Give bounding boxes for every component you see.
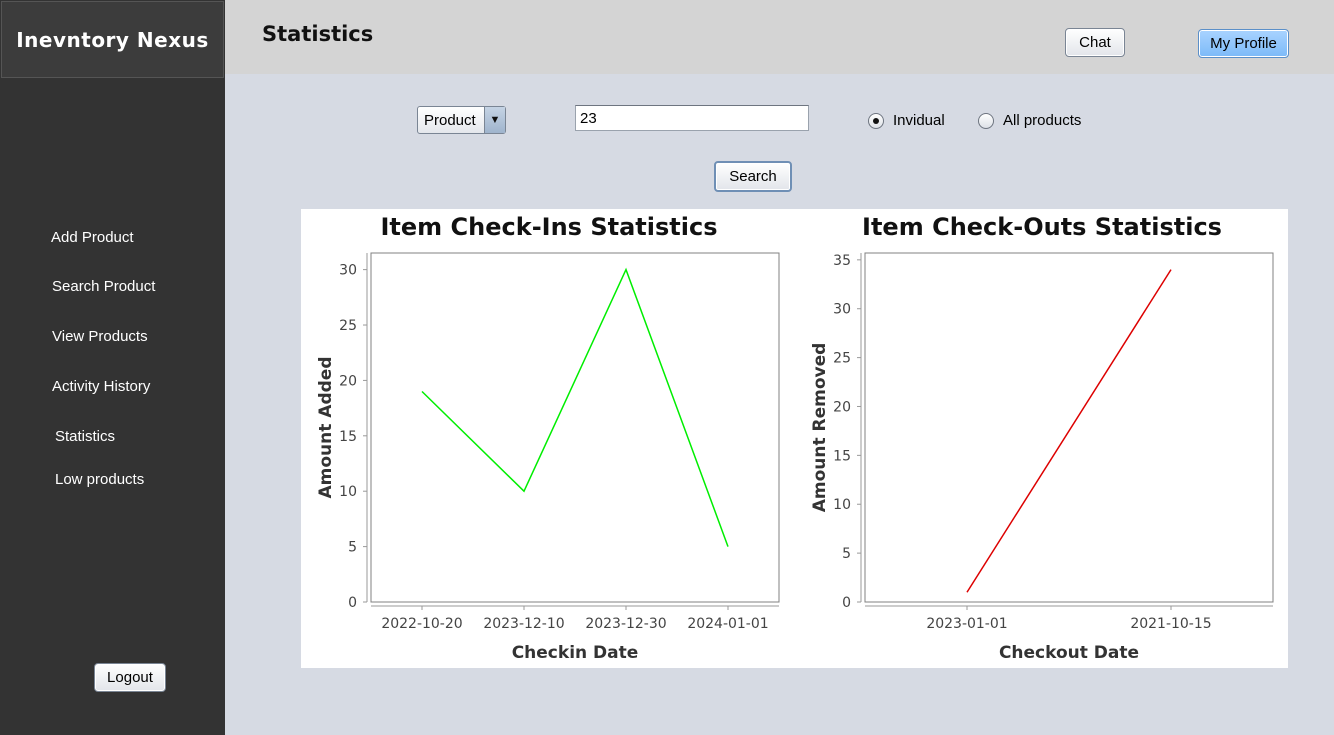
checkouts-y-tick-label: 5 (842, 546, 851, 562)
checkouts-plot-area (864, 252, 1274, 603)
checkins-y-tick-label: 15 (339, 429, 357, 445)
checkins-x-tick-label: 2024-01-01 (687, 616, 768, 632)
chevron-down-icon[interactable]: ▼ (484, 107, 505, 133)
radio-all-products[interactable]: All products (978, 112, 1081, 129)
sidebar-item-view-products[interactable]: View Products (52, 328, 148, 345)
radio-all-products-label: All products (1003, 112, 1082, 129)
sidebar-item-low-products[interactable]: Low products (55, 471, 144, 488)
chat-button[interactable]: Chat (1065, 28, 1125, 57)
page-title: Statistics (262, 22, 374, 46)
charts-canvas: Item Check-Ins Statistics051015202530202… (316, 213, 1274, 663)
checkins-y-tick-label: 5 (348, 540, 357, 556)
checkouts-y-tick-label: 35 (833, 253, 851, 269)
logout-button[interactable]: Logout (94, 663, 166, 692)
my-profile-button[interactable]: My Profile (1198, 29, 1289, 58)
search-input[interactable] (575, 105, 809, 131)
checkins-y-axis-label: Amount Added (316, 357, 336, 499)
checkins-x-tick-label: 2022-10-20 (381, 616, 462, 632)
brand-logo: Inevntory Nexus (1, 1, 224, 78)
radio-individual[interactable]: Invidual (868, 112, 945, 129)
sidebar: Inevntory Nexus Add Product Search Produ… (0, 0, 225, 735)
checkouts-y-tick-label: 15 (833, 448, 851, 464)
checkouts-y-tick-label: 0 (842, 595, 851, 611)
type-select-value: Product (424, 112, 476, 129)
radio-individual-label: Invidual (893, 112, 945, 129)
checkins-y-tick-label: 10 (339, 484, 357, 500)
checkouts-x-tick-label: 2021-10-15 (1130, 616, 1211, 632)
checkouts-y-tick-label: 20 (833, 399, 851, 415)
checkins-x-tick-label: 2023-12-10 (483, 616, 564, 632)
checkouts-y-tick-label: 25 (833, 351, 851, 367)
checkins-y-tick-label: 30 (339, 263, 357, 279)
checkouts-y-axis-label: Amount Removed (810, 343, 830, 513)
checkins-x-tick-label: 2023-12-30 (585, 616, 666, 632)
sidebar-item-search-product[interactable]: Search Product (52, 278, 155, 295)
chart-panel: Item Check-Ins Statistics 0 5 10 15 20 25 30 202… (301, 209, 1288, 668)
radio-all-products-circle[interactable] (978, 112, 994, 129)
checkouts-x-tick-label: 2023-01-01 (926, 616, 1007, 632)
type-select[interactable]: Product ▼ (417, 106, 506, 134)
checkouts-x-axis-label: Checkout Date (999, 643, 1139, 663)
sidebar-item-activity-history[interactable]: Activity History (52, 378, 150, 395)
checkins-chart-title: Item Check-Ins Statistics (381, 213, 718, 241)
checkins-x-axis-label: Checkin Date (512, 643, 639, 663)
checkouts-y-tick-label: 30 (833, 302, 851, 318)
search-button[interactable]: Search (714, 161, 792, 192)
header-bar (225, 0, 1334, 74)
checkouts-y-tick-label: 10 (833, 497, 851, 513)
checkins-plot-area (370, 252, 780, 603)
checkins-y-tick-label: 20 (339, 373, 357, 389)
checkins-y-tick-label: 25 (339, 318, 357, 334)
sidebar-item-add-product[interactable]: Add Product (51, 229, 134, 246)
checkins-y-tick-label: 0 (348, 595, 357, 611)
sidebar-item-statistics[interactable]: Statistics (55, 428, 115, 445)
checkouts-chart-title: Item Check-Outs Statistics (862, 213, 1222, 241)
radio-individual-circle[interactable] (868, 112, 884, 129)
